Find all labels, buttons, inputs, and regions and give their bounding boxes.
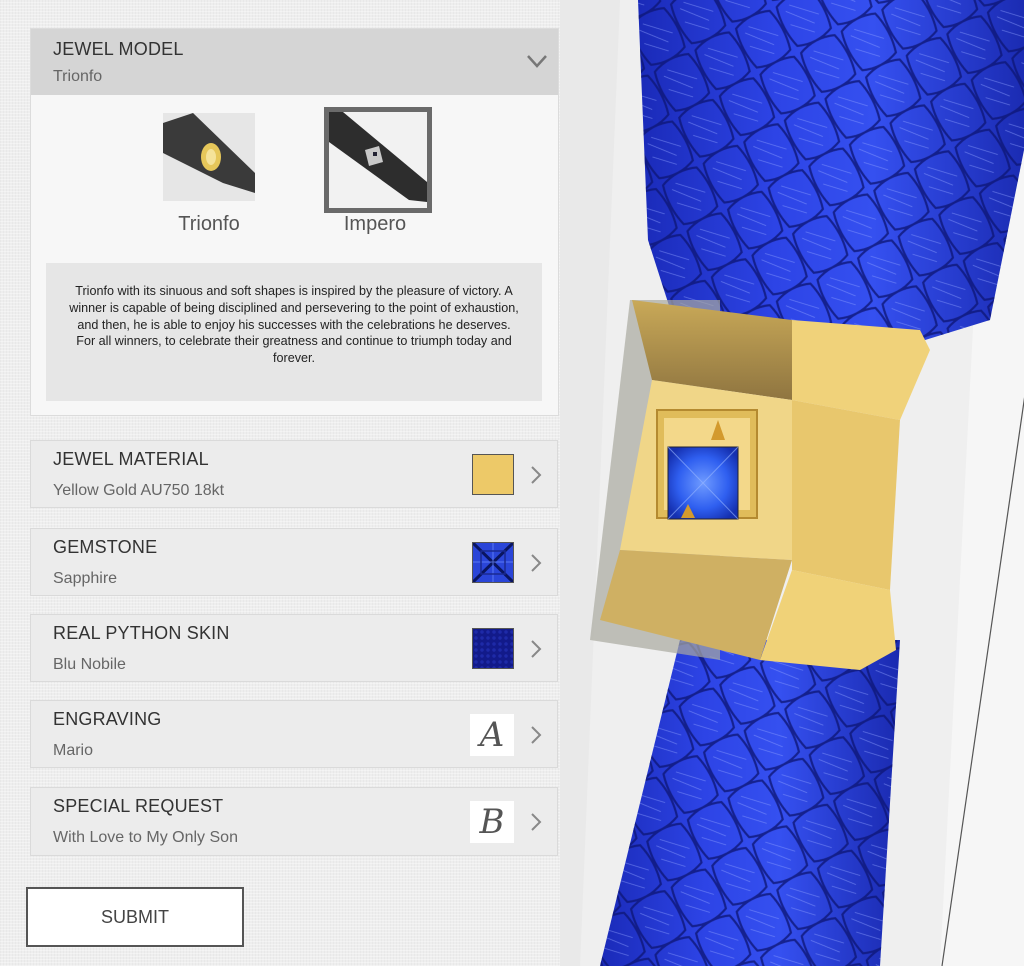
python-skin-swatch[interactable] xyxy=(472,628,514,669)
jewel-model-header[interactable]: JEWEL MODEL Trionfo xyxy=(31,29,558,95)
model-options: Trionfo Impero xyxy=(31,107,558,243)
jewel-material-value: Yellow Gold AU750 18kt xyxy=(53,482,225,499)
gemstone-value: Sapphire xyxy=(53,570,118,587)
configurator-panel: JEWEL MODEL Trionfo Trionfo Impero Trion… xyxy=(26,28,559,947)
chevron-down-icon[interactable] xyxy=(526,53,548,69)
product-preview[interactable] xyxy=(560,0,1024,966)
jewel-model-section: JEWEL MODEL Trionfo Trionfo Impero Trion… xyxy=(30,28,559,416)
impero-thumbnail[interactable] xyxy=(324,107,432,213)
model-description: Trionfo with its sinuous and soft shapes… xyxy=(46,263,542,401)
gold-swatch[interactable] xyxy=(472,454,514,495)
trionfo-thumbnail[interactable] xyxy=(163,113,255,201)
engraving-value: Mario xyxy=(53,742,94,759)
preview-canvas xyxy=(560,0,1024,966)
special-request-value: With Love to My Only Son xyxy=(53,829,238,846)
engraving-title: ENGRAVING xyxy=(53,709,162,729)
python-skin-value: Blu Nobile xyxy=(53,656,126,673)
jewel-material-option[interactable]: JEWEL MATERIAL Yellow Gold AU750 18kt xyxy=(30,440,558,508)
sapphire-swatch[interactable] xyxy=(472,542,514,583)
engraving-font-icon[interactable]: A xyxy=(470,714,514,756)
trionfo-label: Trionfo xyxy=(178,213,240,235)
engraving-option[interactable]: ENGRAVING Mario A xyxy=(30,700,558,768)
jewel-model-title: JEWEL MODEL xyxy=(53,39,184,59)
jewel-model-value: Trionfo xyxy=(53,68,103,85)
impero-label: Impero xyxy=(343,213,407,235)
jewel-material-title: JEWEL MATERIAL xyxy=(53,449,209,469)
chevron-right-icon[interactable] xyxy=(530,553,542,573)
model-description-text: Trionfo with its sinuous and soft shapes… xyxy=(69,284,519,366)
chevron-right-icon[interactable] xyxy=(530,812,542,832)
special-request-option[interactable]: SPECIAL REQUEST With Love to My Only Son… xyxy=(30,787,558,856)
python-skin-option[interactable]: REAL PYTHON SKIN Blu Nobile xyxy=(30,614,558,682)
chevron-right-icon[interactable] xyxy=(530,465,542,485)
jewel-ring xyxy=(590,300,930,670)
special-request-title: SPECIAL REQUEST xyxy=(53,796,224,816)
special-request-font-icon[interactable]: B xyxy=(470,801,514,843)
gemstone-option[interactable]: GEMSTONE Sapphire xyxy=(30,528,558,596)
chevron-right-icon[interactable] xyxy=(530,725,542,745)
gemstone-title: GEMSTONE xyxy=(53,537,158,557)
python-skin-title: REAL PYTHON SKIN xyxy=(53,623,230,643)
chevron-right-icon[interactable] xyxy=(530,639,542,659)
submit-button[interactable]: SUBMIT xyxy=(26,887,244,947)
